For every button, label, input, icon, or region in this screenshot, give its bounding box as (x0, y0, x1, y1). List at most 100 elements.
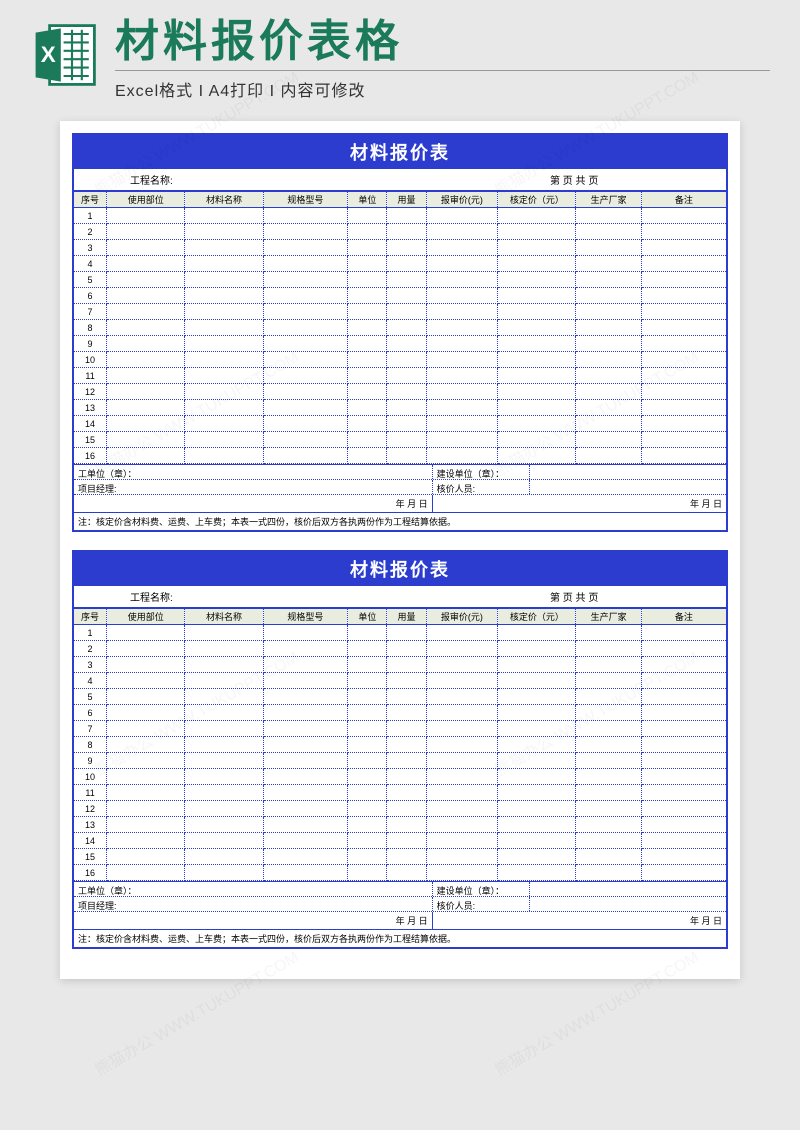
empty-cell (576, 737, 641, 753)
empty-cell (426, 432, 498, 448)
empty-cell (576, 849, 641, 865)
empty-cell (185, 432, 263, 448)
empty-cell (263, 737, 348, 753)
empty-cell (107, 849, 185, 865)
seq-cell: 15 (74, 849, 107, 865)
empty-cell (263, 625, 348, 641)
date-right: 年 月 日 (433, 912, 726, 929)
empty-cell (107, 400, 185, 416)
empty-cell (185, 641, 263, 657)
quotation-table: 序号 使用部位 材料名称 规格型号 单位 用量 报审价(元) 核定价（元） 生产… (74, 191, 726, 464)
empty-cell (348, 817, 387, 833)
empty-cell (348, 625, 387, 641)
empty-cell (576, 753, 641, 769)
empty-cell (185, 368, 263, 384)
empty-cell (576, 625, 641, 641)
quotation-table: 序号 使用部位 材料名称 规格型号 单位 用量 报审价(元) 核定价（元） 生产… (74, 608, 726, 881)
empty-cell (498, 304, 576, 320)
empty-cell (426, 256, 498, 272)
empty-cell (576, 448, 641, 464)
empty-cell (641, 689, 726, 705)
col-spec: 规格型号 (263, 609, 348, 625)
empty-cell (348, 384, 387, 400)
empty-cell (185, 448, 263, 464)
table-row: 6 (74, 288, 726, 304)
empty-cell (263, 721, 348, 737)
empty-cell (641, 304, 726, 320)
empty-cell (641, 721, 726, 737)
seq-cell: 11 (74, 368, 107, 384)
empty-cell (576, 865, 641, 881)
empty-cell (185, 272, 263, 288)
empty-cell (426, 336, 498, 352)
empty-cell (107, 272, 185, 288)
empty-cell (641, 416, 726, 432)
build-unit-label: 建设单位（章）： (433, 465, 531, 479)
empty-cell (426, 689, 498, 705)
col-seq: 序号 (74, 609, 107, 625)
empty-cell (387, 272, 426, 288)
empty-cell (426, 753, 498, 769)
empty-cell (641, 817, 726, 833)
seq-cell: 13 (74, 400, 107, 416)
col-part: 使用部位 (107, 609, 185, 625)
empty-cell (576, 721, 641, 737)
empty-cell (185, 673, 263, 689)
empty-cell (426, 304, 498, 320)
empty-cell (263, 320, 348, 336)
empty-cell (498, 657, 576, 673)
empty-cell (498, 400, 576, 416)
empty-cell (387, 641, 426, 657)
empty-cell (641, 224, 726, 240)
empty-cell (576, 240, 641, 256)
empty-cell (387, 657, 426, 673)
table-row: 4 (74, 673, 726, 689)
col-mfg: 生产厂家 (576, 609, 641, 625)
empty-cell (426, 384, 498, 400)
table-row: 10 (74, 352, 726, 368)
seq-cell: 3 (74, 657, 107, 673)
empty-cell (498, 753, 576, 769)
empty-cell (426, 240, 498, 256)
seq-cell: 3 (74, 240, 107, 256)
empty-cell (185, 288, 263, 304)
empty-cell (107, 753, 185, 769)
seq-cell: 15 (74, 432, 107, 448)
empty-cell (107, 641, 185, 657)
table-row: 2 (74, 224, 726, 240)
seq-cell: 4 (74, 256, 107, 272)
table-row: 16 (74, 448, 726, 464)
table-row: 1 (74, 625, 726, 641)
empty-cell (498, 689, 576, 705)
empty-cell (348, 657, 387, 673)
empty-cell (348, 641, 387, 657)
empty-cell (641, 384, 726, 400)
empty-cell (107, 304, 185, 320)
empty-cell (263, 849, 348, 865)
empty-cell (498, 256, 576, 272)
empty-cell (263, 801, 348, 817)
empty-cell (641, 336, 726, 352)
empty-cell (263, 689, 348, 705)
empty-cell (107, 689, 185, 705)
col-part: 使用部位 (107, 192, 185, 208)
empty-cell (426, 801, 498, 817)
empty-cell (576, 272, 641, 288)
empty-cell (348, 256, 387, 272)
empty-cell (107, 336, 185, 352)
form-title: 材料报价表 (74, 552, 726, 586)
empty-cell (387, 208, 426, 224)
seq-cell: 8 (74, 320, 107, 336)
empty-cell (348, 448, 387, 464)
empty-cell (263, 304, 348, 320)
empty-cell (498, 288, 576, 304)
header: X 材料报价表格 Excel格式 I A4打印 I 内容可修改 (0, 0, 800, 111)
col-price2: 核定价（元） (498, 192, 576, 208)
table-row: 15 (74, 432, 726, 448)
empty-cell (641, 432, 726, 448)
seq-cell: 5 (74, 272, 107, 288)
empty-cell (426, 657, 498, 673)
empty-cell (426, 288, 498, 304)
empty-cell (641, 801, 726, 817)
empty-cell (263, 256, 348, 272)
